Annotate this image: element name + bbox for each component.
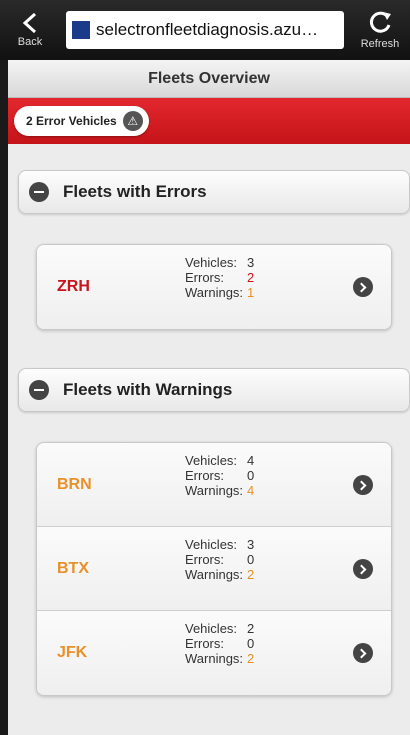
vehicles-count: 4 bbox=[247, 453, 255, 468]
errors-count: 0 bbox=[247, 552, 255, 567]
fleet-stats: Vehicles: 4 Errors: 0 Warnings: 4 bbox=[185, 453, 254, 498]
vehicles-label: Vehicles: bbox=[185, 621, 238, 636]
vehicles-count: 2 bbox=[247, 621, 255, 636]
refresh-icon bbox=[369, 11, 391, 33]
site-favicon-icon bbox=[72, 21, 90, 39]
warnings-label: Warnings: bbox=[185, 285, 244, 300]
fleet-code: BRN bbox=[57, 476, 92, 493]
url-text: selectronfleetdiagnosis.azu… bbox=[96, 20, 319, 39]
vehicles-label: Vehicles: bbox=[185, 255, 238, 270]
fleet-code: BTX bbox=[57, 560, 89, 577]
fleet-row-brn[interactable]: BRN Vehicles: 4 Errors: 0 Warnings: 4 bbox=[37, 443, 391, 527]
section-title: Fleets with Errors bbox=[63, 182, 207, 201]
browser-toolbar: Back selectronfleetdiagnosis.azu… Refres… bbox=[0, 0, 410, 60]
chevron-right-icon bbox=[353, 475, 373, 495]
collapse-icon bbox=[29, 380, 49, 400]
chevron-right-icon bbox=[353, 643, 373, 663]
chevron-left-icon bbox=[22, 12, 37, 34]
errors-label: Errors: bbox=[185, 552, 224, 567]
errors-label: Errors: bbox=[185, 468, 224, 483]
warnings-label: Warnings: bbox=[185, 483, 244, 498]
fleet-row-jfk[interactable]: JFK Vehicles: 2 Errors: 0 Warnings: 2 bbox=[37, 611, 391, 695]
error-banner: 2 Error Vehicles ⚠ bbox=[8, 98, 410, 144]
refresh-label: Refresh bbox=[360, 38, 400, 50]
page-header: Fleets Overview bbox=[8, 60, 410, 98]
fleet-row-btx[interactable]: BTX Vehicles: 3 Errors: 0 Warnings: 2 bbox=[37, 527, 391, 611]
section-header-warnings[interactable]: Fleets with Warnings bbox=[18, 368, 410, 412]
errors-count: 0 bbox=[247, 468, 255, 483]
chevron-right-icon bbox=[353, 559, 373, 579]
warnings-count: 1 bbox=[247, 285, 255, 300]
errors-count: 2 bbox=[247, 270, 255, 285]
warnings-label: Warnings: bbox=[185, 651, 244, 666]
vehicles-count: 3 bbox=[247, 537, 255, 552]
warnings-count: 2 bbox=[247, 651, 255, 666]
section-title: Fleets with Warnings bbox=[63, 380, 233, 399]
error-vehicles-button[interactable]: 2 Error Vehicles ⚠ bbox=[14, 106, 149, 136]
fleet-stats: Vehicles: 3 Errors: 0 Warnings: 2 bbox=[185, 537, 254, 582]
errors-label: Errors: bbox=[185, 636, 224, 651]
warning-icon: ⚠ bbox=[122, 111, 143, 131]
fleet-stats: Vehicles: 2 Errors: 0 Warnings: 2 bbox=[185, 621, 254, 666]
fleet-code: JFK bbox=[57, 644, 88, 661]
vehicles-label: Vehicles: bbox=[185, 453, 238, 468]
main-content: Fleets with Errors ZRH Vehicles: 3 Errors… bbox=[8, 144, 410, 735]
chevron-right-icon bbox=[353, 277, 373, 297]
page-title: Fleets Overview bbox=[148, 69, 270, 87]
back-button[interactable]: Back bbox=[0, 0, 60, 60]
refresh-button[interactable]: Refresh bbox=[350, 0, 410, 60]
screen-edge bbox=[0, 60, 8, 735]
fleet-row-zrh[interactable]: ZRH Vehicles: 3 Errors: 2 Warnings: 1 bbox=[37, 245, 391, 329]
errors-count: 0 bbox=[247, 636, 255, 651]
vehicles-count: 3 bbox=[247, 255, 255, 270]
back-label: Back bbox=[17, 36, 43, 48]
url-field[interactable]: selectronfleetdiagnosis.azu… bbox=[66, 11, 344, 49]
fleet-stats: Vehicles: 3 Errors: 2 Warnings: 1 bbox=[185, 255, 254, 300]
section-header-errors[interactable]: Fleets with Errors bbox=[18, 170, 410, 214]
fleet-list-warnings: BRN Vehicles: 4 Errors: 0 Warnings: 4 BTX V… bbox=[36, 442, 392, 696]
fleet-code: ZRH bbox=[57, 278, 90, 295]
fleet-list-errors: ZRH Vehicles: 3 Errors: 2 Warnings: 1 bbox=[36, 244, 392, 330]
collapse-icon bbox=[29, 182, 49, 202]
warnings-label: Warnings: bbox=[185, 567, 244, 582]
warnings-count: 4 bbox=[247, 483, 255, 498]
vehicles-label: Vehicles: bbox=[185, 537, 238, 552]
error-vehicles-label: 2 Error Vehicles bbox=[26, 114, 117, 128]
errors-label: Errors: bbox=[185, 270, 224, 285]
warnings-count: 2 bbox=[247, 567, 255, 582]
